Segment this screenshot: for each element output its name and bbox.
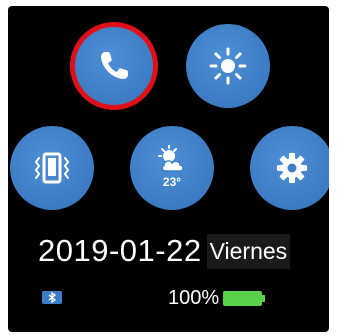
selection-ring — [70, 22, 158, 110]
watch-screen: 23° 2019-01-22 Viernes 100% — [8, 6, 329, 332]
battery-tip — [262, 295, 265, 302]
gear-icon — [277, 153, 307, 183]
weather-icon — [158, 144, 184, 172]
vibrate-icon — [34, 152, 70, 184]
date-row: 2019-01-22 Viernes — [38, 232, 291, 270]
status-bar: 100% — [8, 286, 329, 316]
date-label: 2019-01-22 — [38, 233, 202, 268]
sun-icon — [209, 47, 247, 85]
bluetooth-icon — [42, 291, 62, 304]
battery-percent: 100% — [168, 287, 220, 309]
vibration-button[interactable] — [10, 126, 94, 210]
settings-button[interactable] — [250, 126, 329, 210]
weekday-label: Viernes — [206, 233, 291, 269]
weather-temperature: 23° — [162, 174, 182, 189]
watch-frame: 23° 2019-01-22 Viernes 100% — [0, 0, 337, 336]
weather-button[interactable]: 23° — [130, 126, 214, 210]
battery-icon — [223, 291, 262, 306]
brightness-button[interactable] — [186, 24, 270, 108]
